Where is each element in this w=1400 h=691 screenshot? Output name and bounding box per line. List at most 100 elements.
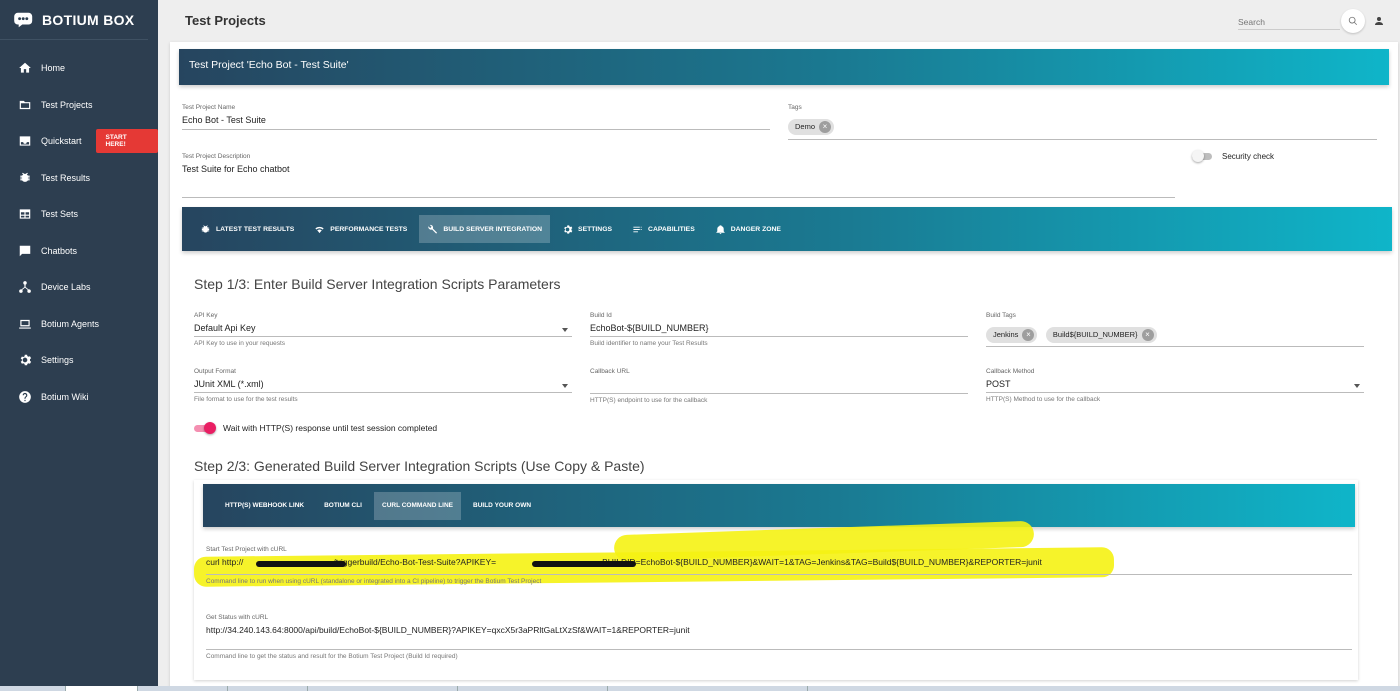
user-menu-button[interactable] <box>1373 14 1385 26</box>
tab-danger-zone[interactable]: DANGER ZONE <box>707 215 789 243</box>
tab-webhook-link[interactable]: HTTP(S) WEBHOOK LINK <box>217 492 312 520</box>
tab-label: CAPABILITIES <box>648 225 695 233</box>
brand[interactable]: BOTIUM BOX <box>0 0 148 40</box>
home-icon <box>19 63 31 73</box>
start-cmd-part: curl http:// <box>206 557 244 567</box>
toggle-knob <box>204 422 216 434</box>
sidebar-item-botium-agents[interactable]: Botium Agents <box>0 306 158 343</box>
search-button[interactable] <box>1341 9 1365 33</box>
search-input[interactable] <box>1238 17 1340 27</box>
tab-performance-tests[interactable]: PERFORMANCE TESTS <box>306 215 415 243</box>
sidebar-item-test-sets[interactable]: Test Sets <box>0 196 158 233</box>
start-here-button[interactable]: START HERE! <box>95 129 158 154</box>
project-description-field[interactable]: Test Project Description Test Suite for … <box>182 153 1175 198</box>
build-id-input[interactable]: EchoBot-${BUILD_NUMBER} <box>590 323 968 337</box>
taskbar-segment <box>308 686 458 691</box>
security-check-toggle[interactable] <box>1192 150 1214 162</box>
laptop-icon <box>19 319 31 329</box>
wrench-icon <box>428 224 438 234</box>
field-label: Build Tags <box>986 312 1016 319</box>
sidebar: BOTIUM BOX Home Test Projects Quickstart… <box>0 0 158 691</box>
output-format-selected: JUnit XML (*.xml) <box>194 379 264 389</box>
scripts-card: HTTP(S) WEBHOOK LINK BOTIUM CLI CURL COM… <box>193 480 1358 680</box>
chevron-down-icon <box>562 328 568 332</box>
tag-chip[interactable]: Jenkins × <box>986 326 1038 343</box>
chip-remove-icon[interactable]: × <box>1022 328 1035 341</box>
field-label: API Key <box>194 312 218 319</box>
field-hint: HTTP(S) Method to use for the callback <box>986 396 1101 403</box>
toggle-knob <box>1192 150 1204 162</box>
output-format-value[interactable]: JUnit XML (*.xml) <box>194 379 572 393</box>
sidebar-item-label: Device Labs <box>41 282 91 293</box>
botium-logo-icon <box>14 12 33 27</box>
tab-label: PERFORMANCE TESTS <box>330 225 408 233</box>
taskbar-segment <box>138 686 228 691</box>
wait-response-toggle[interactable] <box>194 422 216 434</box>
callback-url-field[interactable]: Callback URL HTTP(S) endpoint to use for… <box>590 368 968 404</box>
tab-botium-cli[interactable]: BOTIUM CLI <box>316 492 370 520</box>
start-curl-field[interactable]: Start Test Project with cURL curl http:/… <box>206 546 1352 585</box>
callback-method-select[interactable]: Callback Method POST HTTP(S) Method to u… <box>986 368 1364 403</box>
output-format-select[interactable]: Output Format JUnit XML (*.xml) File for… <box>194 368 572 403</box>
search-field[interactable] <box>1238 12 1340 30</box>
gear-icon <box>20 355 32 366</box>
tags-input[interactable]: Demo × <box>788 113 1377 140</box>
build-tags-field[interactable]: Build Tags Jenkins × Build${BUILD_NUMBER}… <box>986 312 1364 347</box>
field-label: Get Status with cURL <box>206 614 269 621</box>
api-key-select[interactable]: API Key Default Api Key API Key to use i… <box>194 312 572 347</box>
sidebar-item-label: Chatbots <box>41 245 78 256</box>
tab-settings[interactable]: SETTINGS <box>554 215 620 243</box>
project-name-field[interactable]: Test Project Name Echo Bot - Test Suite <box>182 104 770 130</box>
wait-response-label: Wait with HTTP(S) response until test se… <box>223 423 438 433</box>
tab-build-server-integration[interactable]: BUILD SERVER INTEGRATION <box>419 215 551 243</box>
redaction-scribble <box>256 561 346 567</box>
tag-chip-label: Jenkins <box>993 330 1019 339</box>
redaction-scribble <box>532 561 636 567</box>
tab-label: DANGER ZONE <box>730 225 781 233</box>
callback-method-value[interactable]: POST <box>986 379 1364 393</box>
sidebar-item-label: Test Projects <box>41 99 93 110</box>
sidebar-item-quickstart[interactable]: Quickstart START HERE! <box>0 123 158 160</box>
sidebar-item-label: Botium Agents <box>41 318 100 329</box>
tab-build-your-own[interactable]: BUILD YOUR OWN <box>465 492 539 520</box>
tag-chip[interactable]: Demo × <box>788 118 835 135</box>
tab-latest-test-results[interactable]: LATEST TEST RESULTS <box>192 215 302 243</box>
build-id-field[interactable]: Build Id EchoBot-${BUILD_NUMBER} Build i… <box>590 312 968 347</box>
sidebar-item-home[interactable]: Home <box>0 50 158 87</box>
step1-title: Step 1/3: Enter Build Server Integration… <box>194 276 561 292</box>
sidebar-item-botium-wiki[interactable]: Botium Wiki <box>0 379 158 416</box>
field-label: Test Project Name <box>182 104 236 111</box>
start-curl-input[interactable]: curl http:// /triggerbuild/Echo-Bot-Test-… <box>206 557 1352 575</box>
sidebar-item-test-results[interactable]: Test Results <box>0 160 158 197</box>
field-label: Build Id <box>590 312 612 319</box>
sidebar-item-label: Settings <box>41 355 74 366</box>
sidebar-item-device-labs[interactable]: Device Labs <box>0 269 158 306</box>
tab-curl-command-line[interactable]: CURL COMMAND LINE <box>374 491 462 520</box>
status-curl-input[interactable]: http://34.240.143.64:8000/api/build/Echo… <box>206 625 1352 650</box>
api-key-value[interactable]: Default Api Key <box>194 323 572 337</box>
tag-chip[interactable]: Build${BUILD_NUMBER} × <box>1045 326 1157 343</box>
sidebar-item-settings[interactable]: Settings <box>0 342 158 379</box>
script-tabs: HTTP(S) WEBHOOK LINK BOTIUM CLI CURL COM… <box>203 484 1355 527</box>
tags-field[interactable]: Tags Demo × <box>788 104 1377 140</box>
field-hint: Build identifier to name your Test Resul… <box>590 340 708 347</box>
sidebar-item-chatbots[interactable]: Chatbots <box>0 233 158 270</box>
topbar: Test Projects <box>158 0 1400 42</box>
build-tags-input[interactable]: Jenkins × Build${BUILD_NUMBER} × <box>986 322 1364 347</box>
test-project-card: Test Project 'Echo Bot - Test Suite' Tes… <box>170 42 1398 691</box>
sidebar-item-test-projects[interactable]: Test Projects <box>0 87 158 124</box>
start-cmd-part: /triggerbuild/Echo-Bot-Test-Suite?APIKEY… <box>333 557 497 567</box>
field-label: Callback URL <box>590 368 630 375</box>
chip-remove-icon[interactable]: × <box>1141 328 1154 341</box>
brand-name: BOTIUM BOX <box>42 11 135 28</box>
project-name-input[interactable]: Echo Bot - Test Suite <box>182 115 770 130</box>
taskbar <box>0 686 1400 691</box>
tab-capabilities[interactable]: CAPABILITIES <box>624 215 703 243</box>
status-curl-field[interactable]: Get Status with cURL http://34.240.143.6… <box>206 614 1352 660</box>
project-tabs: LATEST TEST RESULTS PERFORMANCE TESTS BU… <box>182 207 1392 251</box>
callback-url-input[interactable] <box>590 379 968 394</box>
chip-remove-icon[interactable]: × <box>819 120 832 133</box>
callback-method-selected: POST <box>986 379 1011 389</box>
project-description-input[interactable]: Test Suite for Echo chatbot <box>182 164 1175 198</box>
tab-label: BUILD SERVER INTEGRATION <box>443 225 543 233</box>
